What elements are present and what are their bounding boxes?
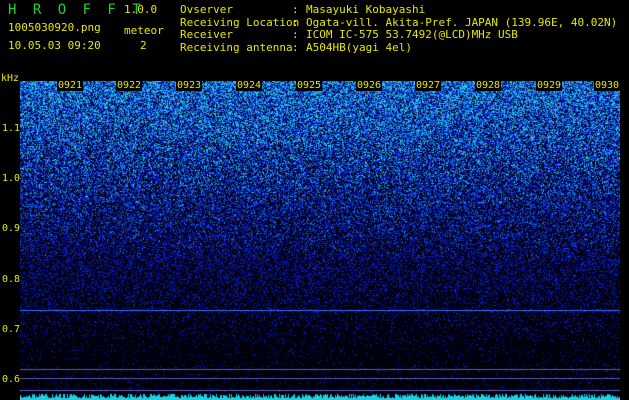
- info-separator: :: [292, 3, 299, 16]
- info-value: Masayuki Kobayashi: [306, 3, 426, 16]
- info-key: Receiving antenna: [180, 40, 293, 54]
- station-info: Ovserver: Masayuki Kobayashi Receiving Lo…: [180, 3, 618, 55]
- frequency-unit-label: kHz: [1, 73, 20, 84]
- time-label: 0922: [116, 80, 143, 91]
- meteor-label: meteor: [124, 24, 164, 37]
- time-label: 0924: [236, 80, 263, 91]
- info-key: Receiver: [180, 28, 233, 41]
- time-label: 0921: [57, 80, 84, 91]
- y-axis-label: 1.1: [2, 123, 21, 134]
- info-key: Ovserver: [180, 3, 233, 16]
- y-axis-label: 1.0: [2, 173, 21, 184]
- info-separator: :: [292, 28, 299, 41]
- capture-datetime: 10.05.03 09:20: [8, 39, 101, 52]
- info-value: A504HB(yagi 4el): [306, 40, 412, 54]
- image-filename: 1005030920.png: [8, 21, 101, 34]
- meteor-count: 2: [140, 39, 147, 52]
- info-value: ICOM IC-575 53.7492(@LCD)MHz USB: [306, 28, 518, 41]
- version-label: 1.0.0: [124, 3, 158, 16]
- y-axis-label: 0.7: [2, 324, 21, 335]
- y-axis-label: 0.8: [2, 274, 21, 285]
- y-axis-label: 0.6: [2, 374, 21, 385]
- time-label: 0928: [475, 80, 502, 91]
- info-separator: :: [292, 40, 299, 54]
- time-label: 0926: [356, 80, 383, 91]
- time-label: 0927: [415, 80, 442, 91]
- time-label: 0923: [176, 80, 203, 91]
- spectrogram-canvas: [20, 81, 620, 400]
- spectrogram-panel: [20, 81, 620, 400]
- time-label: 0925: [296, 80, 323, 91]
- y-axis-label: 0.9: [2, 223, 21, 234]
- time-label: 0930: [594, 80, 621, 91]
- time-label: 0929: [536, 80, 563, 91]
- info-row-antenna: Receiving antenna: A504HB(yagi 4el): [180, 40, 617, 55]
- info-value: Ogata-vill. Akita-Pref. JAPAN (139.96E, …: [306, 15, 618, 29]
